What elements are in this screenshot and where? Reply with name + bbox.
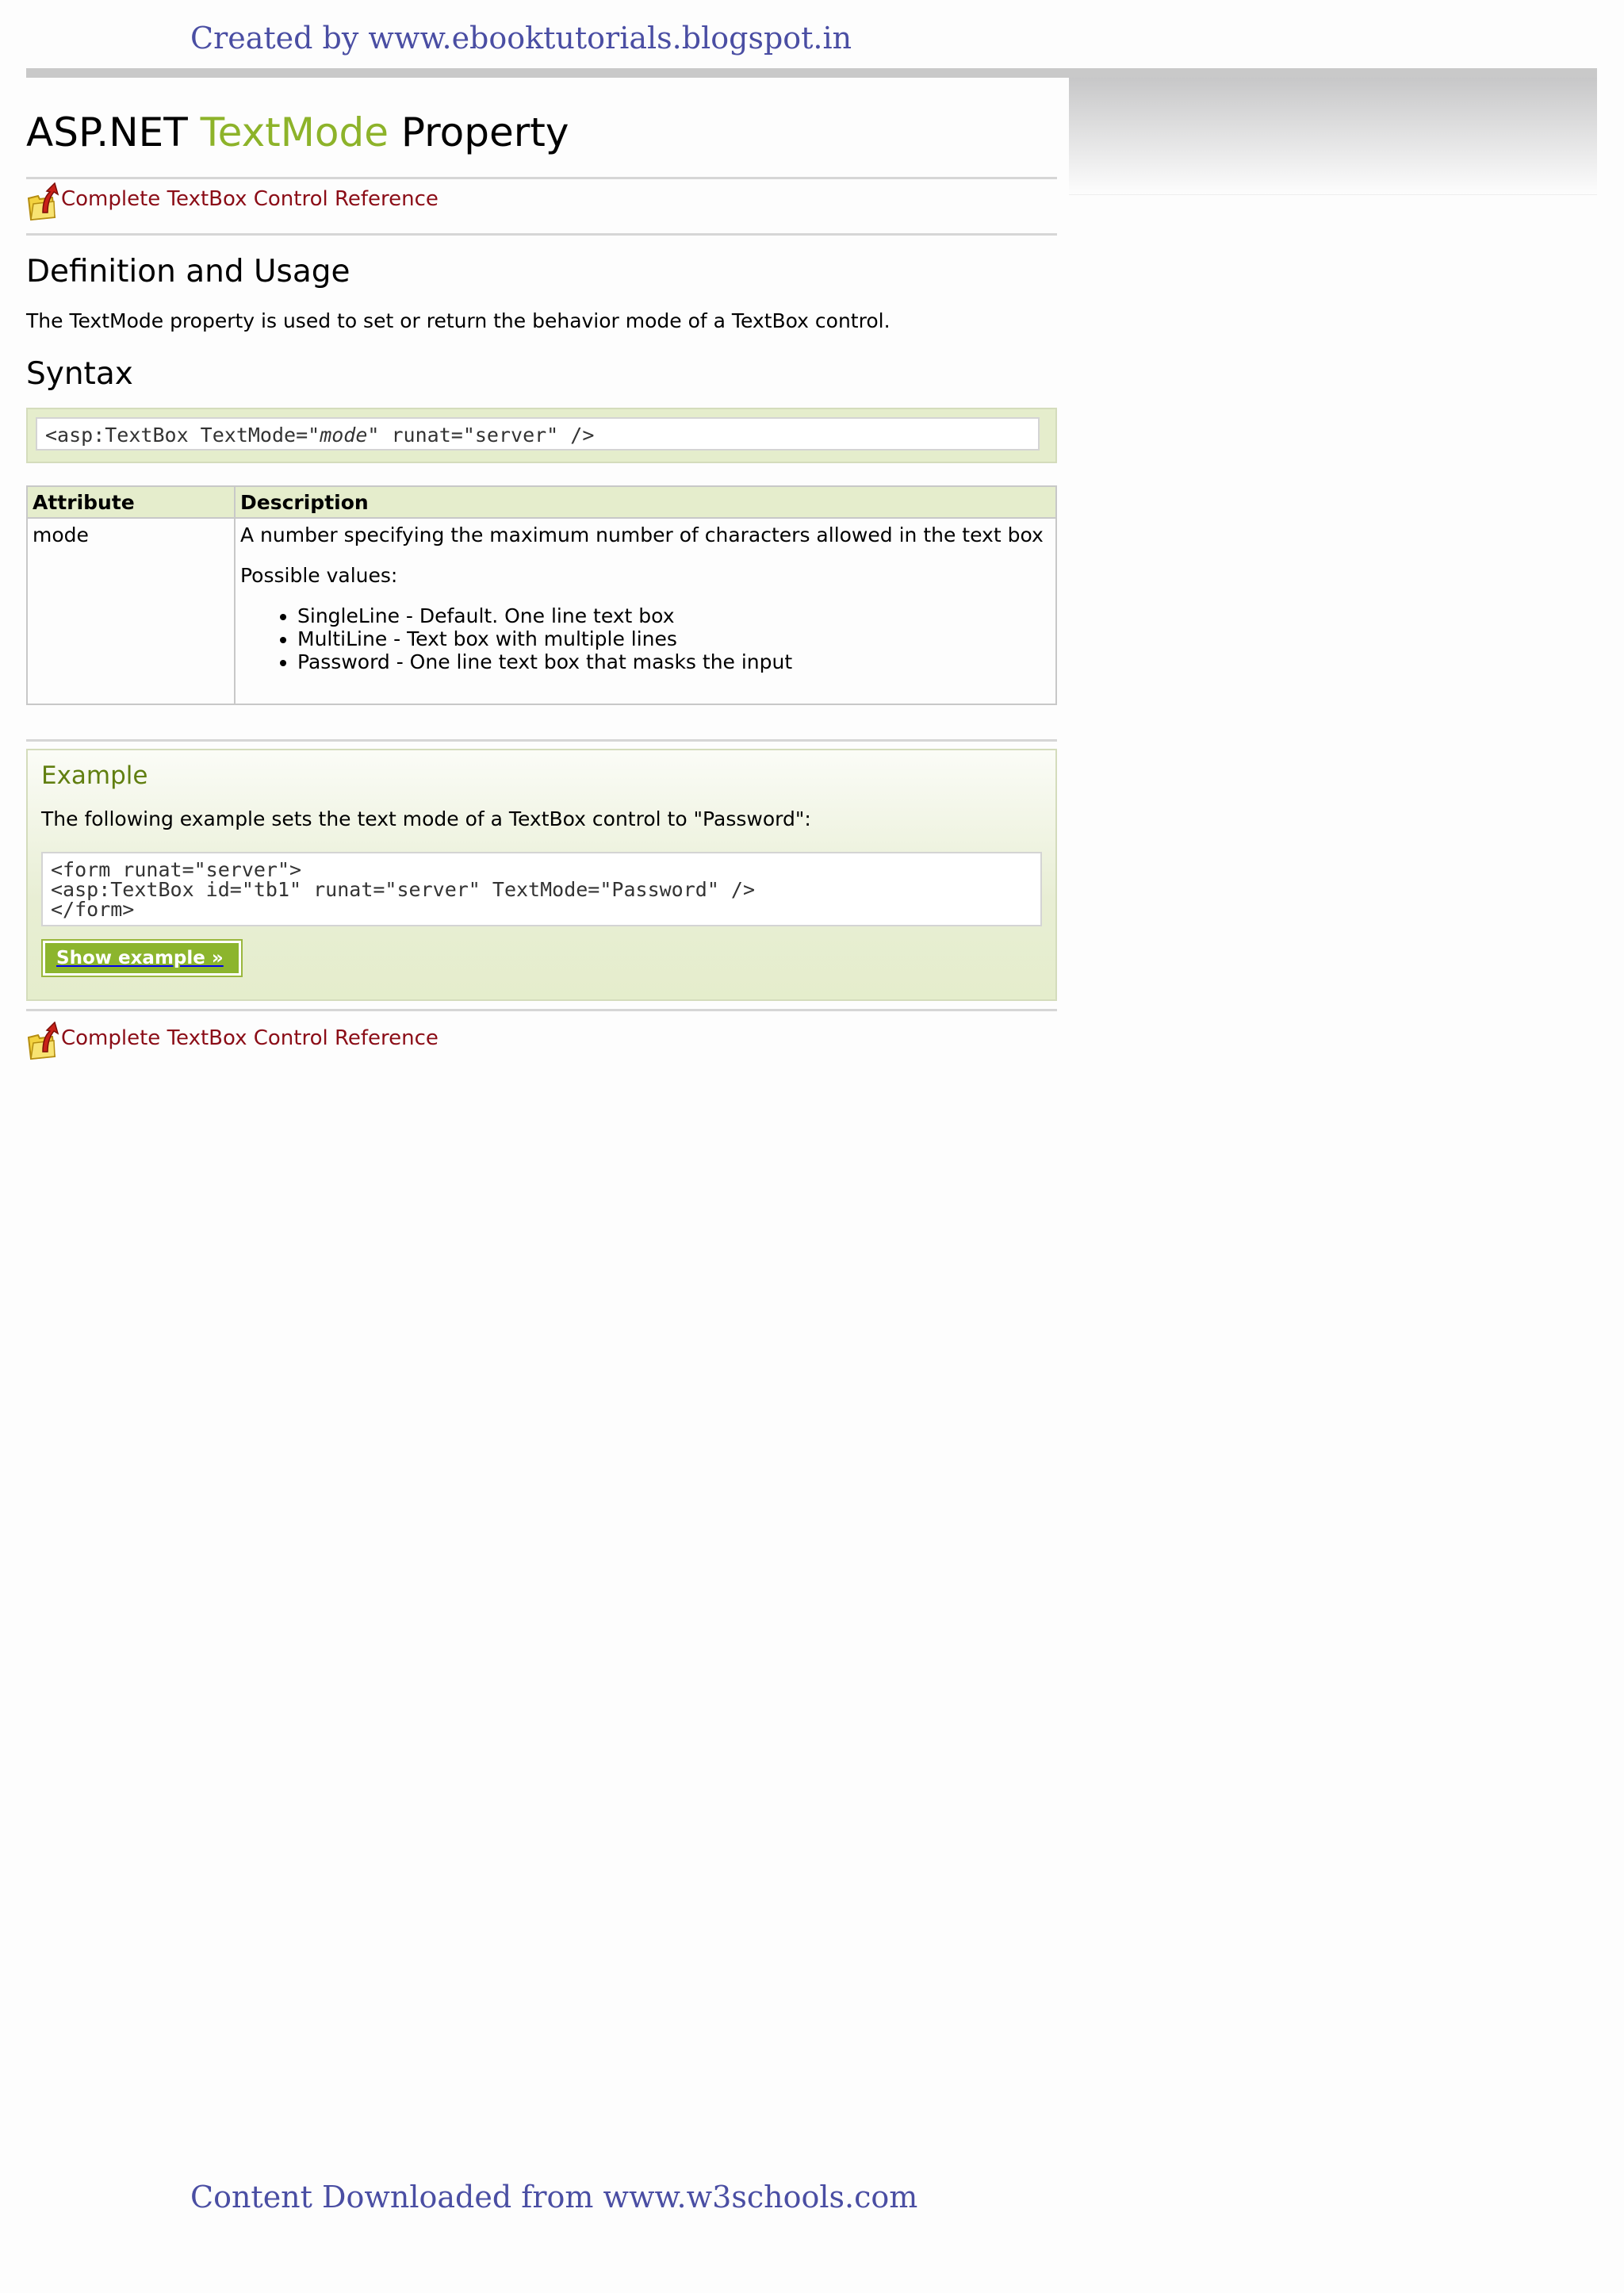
- example-description: The following example sets the text mode…: [41, 807, 811, 830]
- example-heading: Example: [41, 761, 148, 790]
- possible-values-label: Possible values:: [240, 564, 398, 587]
- page-title: ASP.NET TextMode Property: [26, 109, 569, 155]
- folder-up-arrow-icon: [26, 1021, 59, 1060]
- title-highlight: TextMode: [200, 109, 389, 155]
- possible-values-list: SingleLine - Default. One line text box …: [274, 604, 1051, 673]
- syntax-code-param: mode: [320, 424, 368, 447]
- column-header: Description: [234, 485, 1057, 519]
- top-bar: [26, 68, 1597, 78]
- back-link-text: Complete TextBox Control Reference: [61, 187, 439, 211]
- section-heading-syntax: Syntax: [26, 356, 133, 392]
- description-cell: A number specifying the maximum number o…: [234, 517, 1057, 705]
- show-example-button[interactable]: Show example »: [41, 939, 243, 977]
- title-prefix: ASP.NET: [26, 109, 201, 155]
- divider: [26, 1009, 1057, 1011]
- right-panel: [1069, 78, 1597, 195]
- section-heading-definition: Definition and Usage: [26, 254, 350, 290]
- attributes-table: Attribute Description mode A number spec…: [26, 485, 1057, 705]
- syntax-code: <asp:TextBox TextMode="mode" runat="serv…: [36, 417, 1040, 451]
- title-suffix: Property: [389, 109, 569, 155]
- list-item: MultiLine - Text box with multiple lines: [297, 627, 1051, 650]
- show-example-label: Show example »: [45, 943, 239, 973]
- syntax-code-before: <asp:TextBox TextMode=": [45, 424, 320, 447]
- example-code: <form runat="server"> <asp:TextBox id="t…: [41, 852, 1042, 926]
- list-item: Password - One line text box that masks …: [297, 650, 1051, 673]
- divider: [26, 177, 1057, 179]
- syntax-code-after: " runat="server" />: [367, 424, 595, 447]
- table-row: mode A number specifying the maximum num…: [26, 517, 1057, 705]
- attribute-description: A number specifying the maximum number o…: [240, 523, 1044, 546]
- folder-up-arrow-icon: [26, 182, 59, 221]
- column-header: Attribute: [26, 485, 236, 519]
- watermark-top: Created by www.ebooktutorials.blogspot.i…: [190, 21, 852, 56]
- divider: [26, 739, 1057, 742]
- table-header-row: Attribute Description: [26, 485, 1057, 519]
- syntax-box: <asp:TextBox TextMode="mode" runat="serv…: [26, 408, 1057, 463]
- watermark-bottom: Content Downloaded from www.w3schools.co…: [190, 2180, 918, 2214]
- example-box: Example The following example sets the t…: [26, 749, 1057, 1001]
- attribute-cell: mode: [26, 517, 236, 705]
- list-item: SingleLine - Default. One line text box: [297, 604, 1051, 627]
- definition-text: The TextMode property is used to set or …: [26, 309, 891, 332]
- divider: [26, 233, 1057, 236]
- back-link-text: Complete TextBox Control Reference: [61, 1026, 439, 1050]
